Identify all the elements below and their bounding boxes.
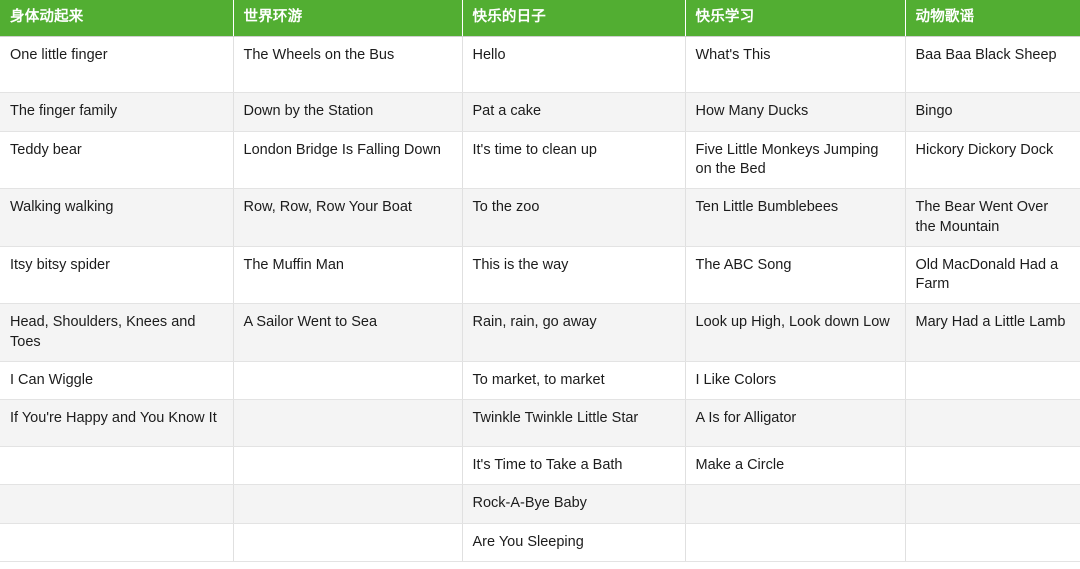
column-header-happy-days: 快乐的日子 xyxy=(462,0,686,38)
table-row: Head, Shoulders, Knees and Toes A Sailor… xyxy=(0,303,1080,362)
table-header: 身体动起来 世界环游 快乐的日子 快乐学习 动物歌谣 xyxy=(0,0,1080,38)
table-cell: The finger family xyxy=(0,92,234,132)
table-cell: I Can Wiggle xyxy=(0,361,234,401)
table-cell: Teddy bear xyxy=(0,131,234,190)
table-cell xyxy=(0,446,234,486)
column-header-world: 世界环游 xyxy=(233,0,463,38)
table-row: Walking walking Row, Row, Row Your Boat … xyxy=(0,188,1080,247)
table-cell xyxy=(233,361,463,401)
table-cell: Are You Sleeping xyxy=(462,523,686,563)
table-cell: To market, to market xyxy=(462,361,686,401)
table-cell xyxy=(0,484,234,524)
table-cell: Five Little Monkeys Jumping on the Bed xyxy=(685,131,906,190)
table-cell: It's time to clean up xyxy=(462,131,686,190)
table-cell xyxy=(905,484,1080,524)
table-row: I Can Wiggle To market, to market I Like… xyxy=(0,361,1080,401)
table-row: Are You Sleeping xyxy=(0,523,1080,563)
column-header-animal-songs: 动物歌谣 xyxy=(905,0,1080,38)
table-cell xyxy=(905,523,1080,563)
table-cell: Ten Little Bumblebees xyxy=(685,188,906,247)
table-cell: Old MacDonald Had a Farm xyxy=(905,246,1080,305)
table-cell: Itsy bitsy spider xyxy=(0,246,234,305)
column-header-body: 身体动起来 xyxy=(0,0,234,38)
table-cell: One little finger xyxy=(0,36,234,94)
table-cell: Rain, rain, go away xyxy=(462,303,686,362)
table-cell: The Muffin Man xyxy=(233,246,463,305)
table-cell: Rock-A-Bye Baby xyxy=(462,484,686,524)
table-cell: Walking walking xyxy=(0,188,234,247)
table-row: If You're Happy and You Know It Twinkle … xyxy=(0,399,1080,448)
table-row: Teddy bear London Bridge Is Falling Down… xyxy=(0,131,1080,190)
table-cell xyxy=(233,399,463,448)
table-body: One little finger The Wheels on the Bus … xyxy=(0,36,1080,563)
table-cell xyxy=(685,523,906,563)
table-cell: Look up High, Look down Low xyxy=(685,303,906,362)
table-cell: What's This xyxy=(685,36,906,94)
table-cell xyxy=(905,399,1080,448)
table-cell xyxy=(233,523,463,563)
table-cell: Baa Baa Black Sheep xyxy=(905,36,1080,94)
table-row: It's Time to Take a Bath Make a Circle xyxy=(0,446,1080,486)
table-cell xyxy=(905,446,1080,486)
table-cell: Make a Circle xyxy=(685,446,906,486)
column-header-happy-learning: 快乐学习 xyxy=(685,0,906,38)
table-cell xyxy=(905,361,1080,401)
table-cell: Head, Shoulders, Knees and Toes xyxy=(0,303,234,362)
table-cell: It's Time to Take a Bath xyxy=(462,446,686,486)
table-cell: Row, Row, Row Your Boat xyxy=(233,188,463,247)
table-row: Itsy bitsy spider The Muffin Man This is… xyxy=(0,246,1080,305)
table-cell: How Many Ducks xyxy=(685,92,906,132)
table-cell xyxy=(685,484,906,524)
table-cell: Pat a cake xyxy=(462,92,686,132)
table-cell: London Bridge Is Falling Down xyxy=(233,131,463,190)
table-cell: If You're Happy and You Know It xyxy=(0,399,234,448)
table-row: The finger family Down by the Station Pa… xyxy=(0,92,1080,132)
table-cell: The Bear Went Over the Mountain xyxy=(905,188,1080,247)
table-row: Rock-A-Bye Baby xyxy=(0,484,1080,524)
table-cell: Down by the Station xyxy=(233,92,463,132)
table-cell: The ABC Song xyxy=(685,246,906,305)
song-category-table: 身体动起来 世界环游 快乐的日子 快乐学习 动物歌谣 One little fi… xyxy=(0,0,1080,563)
table-row: One little finger The Wheels on the Bus … xyxy=(0,36,1080,94)
table-cell: The Wheels on the Bus xyxy=(233,36,463,94)
table-cell: Hello xyxy=(462,36,686,94)
table-cell xyxy=(0,523,234,563)
table-cell: To the zoo xyxy=(462,188,686,247)
table-cell: A Sailor Went to Sea xyxy=(233,303,463,362)
header-row: 身体动起来 世界环游 快乐的日子 快乐学习 动物歌谣 xyxy=(0,0,1080,38)
table-cell xyxy=(233,484,463,524)
table-cell: Bingo xyxy=(905,92,1080,132)
table-cell: Hickory Dickory Dock xyxy=(905,131,1080,190)
table-cell: I Like Colors xyxy=(685,361,906,401)
table-cell: A Is for Alligator xyxy=(685,399,906,448)
table-cell xyxy=(233,446,463,486)
table-cell: This is the way xyxy=(462,246,686,305)
table-cell: Mary Had a Little Lamb xyxy=(905,303,1080,362)
table-cell: Twinkle Twinkle Little Star xyxy=(462,399,686,448)
